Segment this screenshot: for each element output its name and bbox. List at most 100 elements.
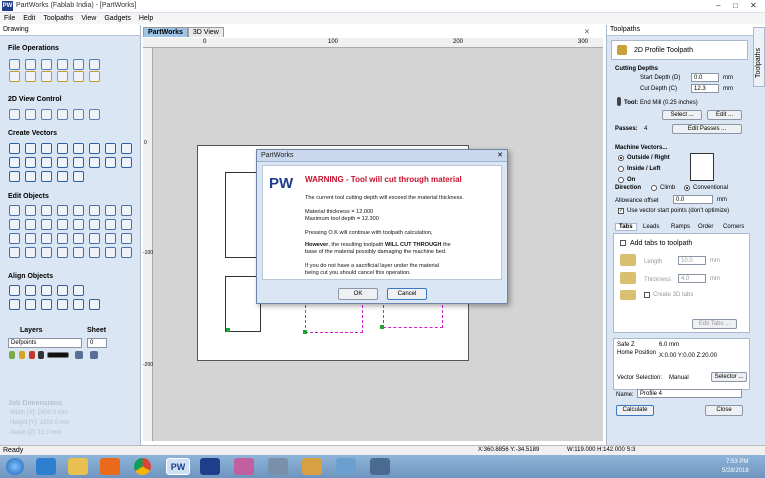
edit-object-icon[interactable]	[73, 233, 84, 244]
create-vector-icon[interactable]	[9, 143, 20, 154]
menu-file[interactable]: File	[0, 13, 19, 24]
menu-toolpaths[interactable]: Toolpaths	[39, 13, 77, 24]
create-vector-icon[interactable]	[41, 157, 52, 168]
edit-tool-button[interactable]: Edit ...	[707, 110, 742, 120]
align-object-icon[interactable]	[73, 285, 84, 296]
cut-depth-input[interactable]: 12.3	[691, 84, 719, 93]
view-control-icon[interactable]	[73, 109, 84, 120]
edit-object-icon[interactable]	[41, 219, 52, 230]
edit-tabs-button[interactable]: Edit Tabs ...	[692, 319, 737, 329]
maximize-button[interactable]: □	[733, 1, 738, 10]
tab-tabs[interactable]: Tabs	[615, 223, 637, 231]
create-vector-icon[interactable]	[25, 143, 36, 154]
edit-object-icon[interactable]	[73, 205, 84, 216]
close-doc-icon[interactable]: ✕	[584, 28, 590, 36]
tab-corners[interactable]: Corners	[723, 224, 744, 230]
lock-icon[interactable]	[29, 351, 35, 359]
edit-object-icon[interactable]	[9, 205, 20, 216]
file-op-icon[interactable]	[89, 59, 100, 70]
partworks-3d-icon[interactable]	[200, 458, 220, 475]
edit-object-icon[interactable]	[9, 219, 20, 230]
calculate-button[interactable]: Calculate	[616, 405, 654, 416]
edit-object-icon[interactable]	[57, 247, 68, 258]
create-vector-icon[interactable]	[25, 171, 36, 182]
edit-object-icon[interactable]	[25, 205, 36, 216]
outside-radio[interactable]	[618, 155, 624, 161]
edit-object-icon[interactable]	[121, 205, 132, 216]
file-op-icon[interactable]	[25, 59, 36, 70]
edit-object-icon[interactable]	[41, 205, 52, 216]
create-vector-icon[interactable]	[121, 157, 132, 168]
view-control-icon[interactable]	[57, 109, 68, 120]
close-panel-button[interactable]: Close	[705, 405, 743, 416]
partworks-icon[interactable]: PW	[166, 458, 190, 475]
edit-object-icon[interactable]	[73, 219, 84, 230]
align-object-icon[interactable]	[57, 285, 68, 296]
snipping-icon[interactable]	[336, 458, 356, 475]
align-object-icon[interactable]	[41, 299, 52, 310]
file-op-icon[interactable]	[9, 71, 20, 82]
edit-object-icon[interactable]	[105, 219, 116, 230]
start-button-icon[interactable]	[6, 458, 24, 475]
file-op-icon[interactable]	[57, 59, 68, 70]
media-player-icon[interactable]	[100, 458, 120, 475]
menu-help[interactable]: Help	[135, 13, 157, 24]
create-vector-icon[interactable]	[41, 143, 52, 154]
edit-object-icon[interactable]	[89, 219, 100, 230]
create-vector-icon[interactable]	[57, 143, 68, 154]
edit-object-icon[interactable]	[121, 247, 132, 258]
inside-radio[interactable]	[618, 166, 624, 172]
edit-object-icon[interactable]	[9, 247, 20, 258]
color-picker[interactable]	[47, 352, 69, 358]
edit-object-icon[interactable]	[57, 233, 68, 244]
file-op-icon[interactable]	[57, 71, 68, 82]
align-object-icon[interactable]	[9, 285, 20, 296]
create-vector-icon[interactable]	[121, 143, 132, 154]
create-vector-icon[interactable]	[73, 171, 84, 182]
file-op-icon[interactable]	[89, 71, 100, 82]
thickness-input[interactable]: 4.0	[678, 274, 706, 283]
align-object-icon[interactable]	[9, 299, 20, 310]
create-vector-icon[interactable]	[9, 157, 20, 168]
edit-object-icon[interactable]	[25, 219, 36, 230]
edit-object-icon[interactable]	[9, 233, 20, 244]
toolpath-name-input[interactable]: Profile 4	[637, 389, 742, 398]
folder-icon[interactable]	[302, 458, 322, 475]
close-window-button[interactable]: ✕	[750, 1, 757, 10]
align-object-icon[interactable]	[25, 299, 36, 310]
create-vector-icon[interactable]	[57, 171, 68, 182]
color-swatch-icon[interactable]	[38, 351, 44, 359]
ie-icon[interactable]	[36, 458, 56, 475]
edit-object-icon[interactable]	[73, 247, 84, 258]
tab-order[interactable]: Order	[698, 224, 713, 230]
align-object-icon[interactable]	[73, 299, 84, 310]
bulb-icon[interactable]	[19, 351, 25, 359]
edit-object-icon[interactable]	[121, 233, 132, 244]
align-object-icon[interactable]	[41, 285, 52, 296]
file-op-icon[interactable]	[25, 71, 36, 82]
tab-ramps[interactable]: Ramps	[671, 224, 690, 230]
conventional-radio[interactable]	[684, 185, 690, 191]
layer-visible-icon[interactable]	[9, 351, 15, 359]
toolpaths-side-tab[interactable]: Toolpaths	[753, 27, 765, 87]
edit-object-icon[interactable]	[89, 247, 100, 258]
create-vector-icon[interactable]	[105, 143, 116, 154]
paint-icon[interactable]	[234, 458, 254, 475]
align-object-icon[interactable]	[89, 299, 100, 310]
cancel-button[interactable]: Cancel	[387, 288, 427, 300]
view-control-icon[interactable]	[41, 109, 52, 120]
tools-icon[interactable]	[268, 458, 288, 475]
edit-object-icon[interactable]	[105, 205, 116, 216]
edit-object-icon[interactable]	[25, 233, 36, 244]
edit-passes-button[interactable]: Edit Passes ...	[672, 124, 742, 134]
create-3d-tabs-checkbox[interactable]	[644, 292, 650, 298]
dialog-close-button[interactable]: ✕	[497, 151, 503, 159]
file-op-icon[interactable]	[9, 59, 20, 70]
menu-view[interactable]: View	[77, 13, 100, 24]
layer-select[interactable]: Defpoints	[8, 338, 82, 348]
create-vector-icon[interactable]	[25, 157, 36, 168]
use-vector-start-checkbox[interactable]: ✓	[618, 208, 624, 214]
view-control-icon[interactable]	[25, 109, 36, 120]
climb-radio[interactable]	[651, 185, 657, 191]
edit-object-icon[interactable]	[89, 205, 100, 216]
